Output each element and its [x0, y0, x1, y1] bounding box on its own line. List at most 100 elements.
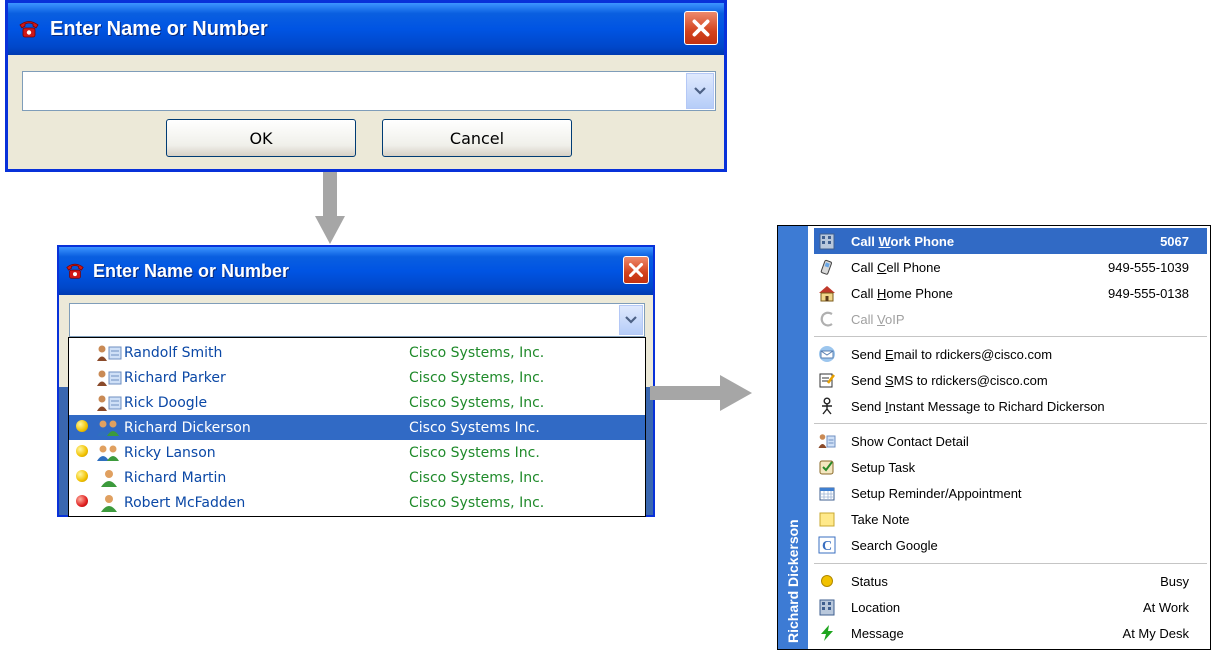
send-instant-message-item[interactable]: Send Instant Message to Richard Dickerso… — [814, 393, 1207, 419]
call-cell-phone-item[interactable]: Call Cell Phone 949-555-1039 — [814, 254, 1207, 280]
cell-phone-icon — [820, 259, 832, 275]
menu-item-label: Setup Reminder/Appointment — [851, 485, 1022, 501]
contact-company: Cisco Systems, Inc. — [409, 469, 545, 486]
contact-company: Cisco Systems Inc. — [409, 444, 540, 461]
menu-separator — [814, 423, 1207, 424]
search-google-item[interactable]: C Search Google — [814, 532, 1207, 558]
enter-name-dialog: Enter Name or Number OK Cancel — [5, 0, 727, 172]
menu-item-value: 5067 — [1160, 233, 1189, 249]
contact-company: Cisco Systems, Inc. — [409, 494, 545, 511]
menu-item-label: Setup Task — [851, 459, 916, 475]
ok-button[interactable]: OK — [166, 119, 356, 157]
menu-item-label: Send SMS to rdickers@cisco.com — [851, 372, 1048, 388]
send-sms-item[interactable]: Send SMS to rdickers@cisco.com — [814, 367, 1207, 393]
contact-name: Richard Dickerson — [124, 419, 251, 436]
cancel-button[interactable]: Cancel — [382, 119, 572, 157]
call-home-phone-item[interactable]: Call Home Phone 949-555-0138 — [814, 280, 1207, 306]
send-email-item[interactable]: Send Email to rdickers@cisco.com — [814, 341, 1207, 367]
close-button[interactable] — [623, 256, 649, 284]
dialog-titlebar[interactable]: Enter Name or Number — [59, 247, 653, 295]
person-icon — [101, 470, 117, 487]
list-item[interactable]: Rick Doogle Cisco Systems, Inc. — [69, 390, 645, 415]
dialog-titlebar[interactable]: Enter Name or Number — [8, 3, 724, 55]
office-building-icon — [819, 599, 835, 616]
arrow-right-icon — [650, 375, 752, 411]
menu-item-value: At My Desk — [1122, 625, 1189, 641]
presence-offline-icon — [76, 495, 88, 507]
menu-item-label: Call VoIP — [851, 311, 905, 327]
note-icon — [819, 512, 835, 527]
person-icon — [101, 495, 117, 512]
contact-company: Cisco Systems, Inc. — [409, 344, 545, 361]
suggestion-list[interactable]: Randolf Smith Cisco Systems, Inc. Richar… — [68, 337, 646, 517]
instant-message-icon — [822, 397, 832, 415]
contact-name: Robert McFadden — [124, 494, 246, 511]
home-icon — [819, 286, 835, 302]
close-icon — [628, 262, 644, 278]
sms-icon — [819, 373, 835, 388]
telephone-icon — [65, 261, 85, 281]
location-item[interactable]: Location At Work — [814, 594, 1207, 620]
menu-item-label: Message — [851, 625, 904, 641]
take-note-item[interactable]: Take Note — [814, 506, 1207, 532]
menu-item-value: At Work — [1143, 599, 1189, 615]
email-icon — [819, 346, 835, 362]
dialog-title: Enter Name or Number — [50, 17, 268, 40]
list-item-selected[interactable]: Richard Dickerson Cisco Systems Inc. — [69, 415, 645, 440]
task-icon — [819, 460, 834, 475]
close-icon — [692, 19, 710, 37]
chevron-down-icon — [694, 87, 706, 95]
menu-item-label: Search Google — [851, 537, 938, 553]
menu-item-value: 949-555-1039 — [1108, 259, 1189, 275]
contact-company: Cisco Systems, Inc. — [409, 369, 545, 386]
contact-card-icon — [97, 395, 122, 411]
presence-busy-icon — [76, 420, 88, 432]
message-item[interactable]: Message At My Desk — [814, 620, 1207, 646]
menu-separator — [814, 563, 1207, 564]
chevron-down-icon — [625, 316, 637, 324]
menu-separator — [814, 336, 1207, 337]
menu-item-label: Send Email to rdickers@cisco.com — [851, 346, 1053, 362]
menu-item-label: Call Work Phone — [851, 233, 955, 249]
status-dot-icon — [821, 575, 833, 587]
office-building-icon — [819, 233, 835, 250]
contact-card-icon — [97, 370, 122, 386]
name-or-number-combo[interactable] — [69, 303, 645, 337]
presence-busy-icon — [76, 470, 88, 482]
menu-item-value: Busy — [1160, 573, 1189, 589]
google-icon: C — [818, 536, 836, 554]
setup-reminder-item[interactable]: Setup Reminder/Appointment — [814, 480, 1207, 506]
call-voip-item[interactable]: Call VoIP — [814, 306, 1207, 332]
list-item[interactable]: Ricky Lanson Cisco Systems Inc. — [69, 440, 645, 465]
svg-text:C: C — [822, 539, 832, 554]
menu-item-label: Location — [851, 599, 901, 615]
voip-icon — [820, 311, 833, 327]
show-contact-detail-item[interactable]: Show Contact Detail — [814, 428, 1207, 454]
call-work-phone-item[interactable]: Call Work Phone 5067 — [814, 228, 1207, 254]
contact-card-icon — [818, 434, 836, 448]
menu-contact-band: Richard Dickerson — [778, 226, 808, 649]
list-item[interactable]: Richard Parker Cisco Systems, Inc. — [69, 365, 645, 390]
menu-item-value: 949-555-0138 — [1108, 285, 1189, 301]
menu-item-label: Call Cell Phone — [851, 259, 941, 275]
setup-task-item[interactable]: Setup Task — [814, 454, 1207, 480]
menu-item-label: Take Note — [851, 511, 910, 527]
list-item[interactable]: Randolf Smith Cisco Systems, Inc. — [69, 340, 645, 365]
dropdown-button[interactable] — [686, 73, 714, 109]
close-button[interactable] — [684, 11, 718, 45]
lightning-icon — [821, 625, 833, 641]
contact-context-menu: Richard Dickerson Call Work Phone 5067 C… — [777, 225, 1211, 650]
name-or-number-combo[interactable] — [22, 71, 716, 111]
dropdown-button[interactable] — [619, 305, 643, 335]
menu-item-label: Send Instant Message to Richard Dickerso… — [851, 398, 1105, 414]
group-contact-icon — [97, 420, 119, 436]
telephone-icon — [18, 18, 40, 40]
menu-item-label: Show Contact Detail — [851, 433, 969, 449]
arrow-down-icon — [315, 172, 345, 244]
menu-contact-name: Richard Dickerson — [785, 519, 801, 643]
menu-item-label: Call Home Phone — [851, 285, 953, 301]
list-item[interactable]: Richard Martin Cisco Systems, Inc. — [69, 465, 645, 490]
contact-company: Cisco Systems Inc. — [409, 419, 540, 436]
list-item[interactable]: Robert McFadden Cisco Systems, Inc. — [69, 490, 645, 515]
status-item[interactable]: Status Busy — [814, 568, 1207, 594]
